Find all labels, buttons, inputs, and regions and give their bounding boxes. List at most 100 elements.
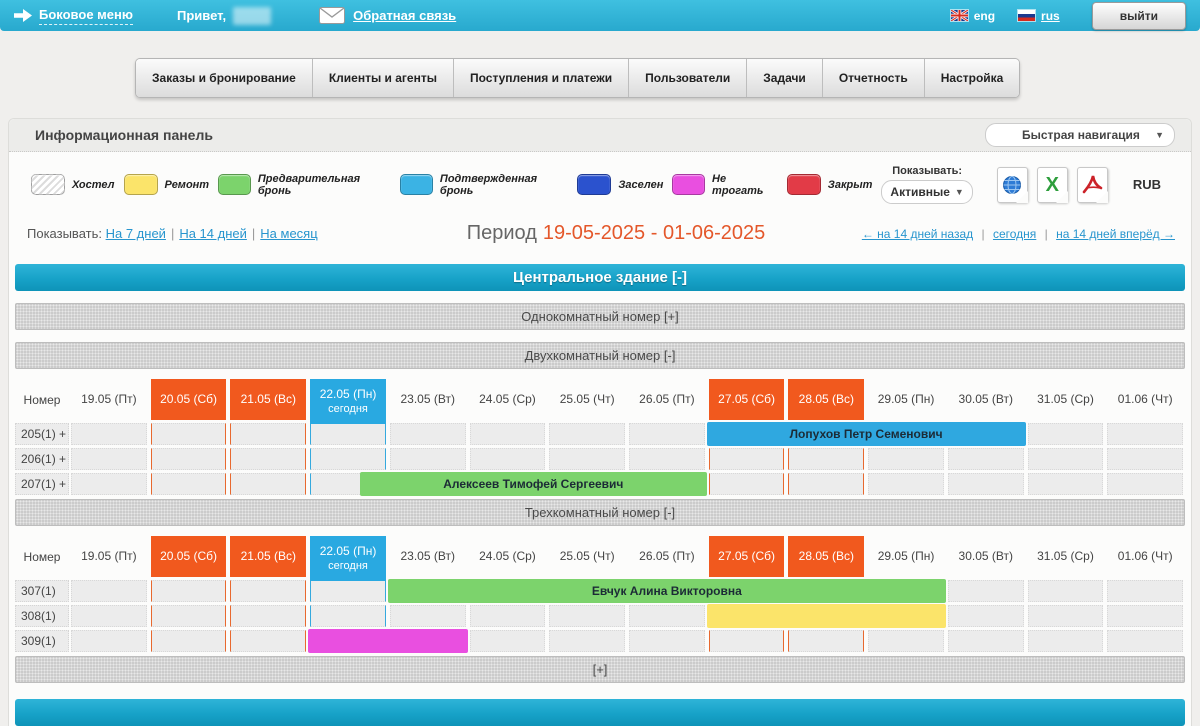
- calendar-cell[interactable]: [1028, 473, 1104, 495]
- calendar-cell[interactable]: [470, 605, 546, 627]
- calendar-cell[interactable]: [629, 448, 705, 470]
- nav-tab-6[interactable]: Отчетность: [823, 59, 925, 97]
- calendar-cell[interactable]: [948, 605, 1024, 627]
- calendar-cell[interactable]: [629, 423, 705, 445]
- room-label[interactable]: 308(1): [15, 605, 69, 627]
- calendar-cell[interactable]: [151, 630, 227, 652]
- roomtype-double-bar[interactable]: Двухкомнатный номер [-]: [15, 342, 1185, 369]
- calendar-cell[interactable]: [71, 605, 147, 627]
- calendar-cell[interactable]: [549, 448, 625, 470]
- calendar-cell[interactable]: [151, 448, 227, 470]
- booking-bar[interactable]: [707, 604, 946, 628]
- calendar-cell[interactable]: [948, 630, 1024, 652]
- calendar-cell[interactable]: [1028, 580, 1104, 602]
- pdf-export-icon[interactable]: [1077, 167, 1108, 203]
- back-14-days-link[interactable]: ← на 14 дней назад: [862, 227, 973, 241]
- range-link-2[interactable]: На 14 дней: [179, 226, 247, 241]
- room-label[interactable]: 207(1) +: [15, 473, 69, 495]
- nav-tab-2[interactable]: Клиенты и агенты: [313, 59, 454, 97]
- calendar-cell[interactable]: [230, 473, 306, 495]
- calendar-cell[interactable]: [71, 473, 147, 495]
- calendar-cell[interactable]: [788, 448, 864, 470]
- range-link-1[interactable]: На 7 дней: [106, 226, 166, 241]
- calendar-cell[interactable]: [1107, 448, 1183, 470]
- calendar-cell[interactable]: [1107, 580, 1183, 602]
- calendar-cell[interactable]: [709, 630, 785, 652]
- building-header[interactable]: Центральное здание [-]: [15, 264, 1185, 291]
- booking-bar[interactable]: Евчук Алина Викторовна: [388, 579, 946, 603]
- calendar-cell[interactable]: [1107, 423, 1183, 445]
- calendar-cell[interactable]: [1028, 605, 1104, 627]
- calendar-cell[interactable]: [470, 448, 546, 470]
- calendar-cell[interactable]: [868, 630, 944, 652]
- calendar-cell[interactable]: [230, 630, 306, 652]
- calendar-cell[interactable]: [868, 473, 944, 495]
- calendar-cell[interactable]: [71, 580, 147, 602]
- booking-bar[interactable]: Алексеев Тимофей Сергеевич: [360, 472, 707, 496]
- calendar-cell[interactable]: [948, 448, 1024, 470]
- calendar-cell[interactable]: [230, 580, 306, 602]
- calendar-cell[interactable]: [151, 605, 227, 627]
- forward-14-days-link[interactable]: на 14 дней вперёд →: [1056, 227, 1175, 241]
- calendar-cell[interactable]: [1107, 630, 1183, 652]
- calendar-cell[interactable]: [71, 423, 147, 445]
- room-label[interactable]: 309(1): [15, 630, 69, 652]
- booking-bar[interactable]: Лопухов Петр Семенович: [707, 422, 1026, 446]
- calendar-cell[interactable]: [71, 448, 147, 470]
- calendar-cell[interactable]: [310, 448, 386, 470]
- range-link-3[interactable]: На месяц: [260, 226, 317, 241]
- roomtype-single-bar[interactable]: Однокомнатный номер [+]: [15, 303, 1185, 330]
- lang-rus-link[interactable]: rus: [1041, 9, 1060, 23]
- calendar-cell[interactable]: [390, 448, 466, 470]
- calendar-cell[interactable]: [151, 423, 227, 445]
- calendar-cell[interactable]: [390, 423, 466, 445]
- calendar-cell[interactable]: [868, 448, 944, 470]
- calendar-cell[interactable]: [788, 630, 864, 652]
- calendar-cell[interactable]: [1107, 605, 1183, 627]
- room-label[interactable]: 307(1): [15, 580, 69, 602]
- calendar-cell[interactable]: [788, 473, 864, 495]
- booking-bar[interactable]: [308, 629, 467, 653]
- calendar-cell[interactable]: [230, 423, 306, 445]
- today-link[interactable]: сегодня: [993, 227, 1036, 241]
- calendar-cell[interactable]: [629, 605, 705, 627]
- calendar-cell[interactable]: [151, 473, 227, 495]
- calendar-cell[interactable]: [709, 473, 785, 495]
- quick-nav-select[interactable]: Быстрая навигация ▼: [985, 123, 1175, 147]
- nav-tab-5[interactable]: Задачи: [747, 59, 823, 97]
- calendar-cell[interactable]: [948, 580, 1024, 602]
- calendar-cell[interactable]: [310, 605, 386, 627]
- calendar-cell[interactable]: [390, 605, 466, 627]
- filter-select[interactable]: Активные ▼: [881, 180, 972, 204]
- lang-eng-link[interactable]: eng: [974, 9, 995, 23]
- calendar-cell[interactable]: [549, 605, 625, 627]
- roomtype-more-bar[interactable]: [+]: [15, 656, 1185, 683]
- logout-button[interactable]: выйти: [1092, 2, 1186, 30]
- calendar-cell[interactable]: [151, 580, 227, 602]
- calendar-cell[interactable]: [549, 423, 625, 445]
- roomtype-triple-bar[interactable]: Трехкомнатный номер [-]: [15, 499, 1185, 526]
- globe-export-icon[interactable]: [997, 167, 1028, 203]
- calendar-cell[interactable]: [230, 448, 306, 470]
- calendar-cell[interactable]: [310, 580, 386, 602]
- next-building-header[interactable]: [15, 699, 1185, 726]
- calendar-cell[interactable]: [470, 630, 546, 652]
- feedback-link[interactable]: Обратная связь: [353, 8, 456, 23]
- nav-tab-3[interactable]: Поступления и платежи: [454, 59, 629, 97]
- calendar-cell[interactable]: [629, 630, 705, 652]
- calendar-cell[interactable]: [1107, 473, 1183, 495]
- calendar-cell[interactable]: [470, 423, 546, 445]
- calendar-cell[interactable]: [948, 473, 1024, 495]
- calendar-cell[interactable]: [1028, 423, 1104, 445]
- nav-tab-4[interactable]: Пользователи: [629, 59, 747, 97]
- nav-tab-1[interactable]: Заказы и бронирование: [136, 59, 313, 97]
- calendar-cell[interactable]: [71, 630, 147, 652]
- nav-tab-7[interactable]: Настройка: [925, 59, 1020, 97]
- calendar-cell[interactable]: [310, 423, 386, 445]
- excel-export-icon[interactable]: X: [1037, 167, 1068, 203]
- calendar-cell[interactable]: [1028, 630, 1104, 652]
- calendar-cell[interactable]: [709, 448, 785, 470]
- side-menu-link[interactable]: Боковое меню: [39, 7, 133, 25]
- calendar-cell[interactable]: [230, 605, 306, 627]
- room-label[interactable]: 206(1) +: [15, 448, 69, 470]
